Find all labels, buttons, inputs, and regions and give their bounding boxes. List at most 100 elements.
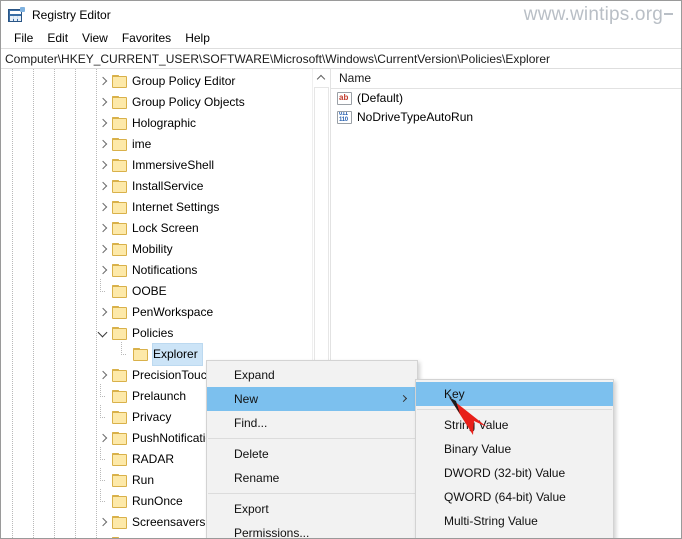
string-value-icon <box>337 92 352 105</box>
menu-edit[interactable]: Edit <box>40 30 75 47</box>
folder-icon <box>112 453 127 466</box>
tree-item-label: Mobility <box>132 242 173 256</box>
context-menu-item-label: Find... <box>234 416 268 430</box>
folder-icon <box>112 390 127 403</box>
submenu-item-binary-value[interactable]: Binary Value <box>416 437 613 461</box>
scroll-up-arrow-icon[interactable] <box>313 69 330 86</box>
tree-guide-line <box>100 447 101 460</box>
context-menu-item-delete[interactable]: Delete <box>207 442 417 466</box>
tree-item-lock-screen[interactable]: Lock Screen <box>1 218 313 239</box>
value-name: (Default) <box>357 91 404 105</box>
chevron-right-icon[interactable] <box>96 197 112 218</box>
chevron-right-icon[interactable] <box>96 533 112 538</box>
context-menu-item-label: Permissions... <box>234 526 310 538</box>
tree-item-policies[interactable]: Policies <box>1 323 313 344</box>
tree-item-group-policy-objects[interactable]: Group Policy Objects <box>1 92 313 113</box>
context-menu-item-export[interactable]: Export <box>207 497 417 521</box>
tree-item-immersiveshell[interactable]: ImmersiveShell <box>1 155 313 176</box>
context-menu-item-permissions[interactable]: Permissions... <box>207 521 417 538</box>
tree-item-label: Group Policy Editor <box>132 74 236 88</box>
context-menu-item-find[interactable]: Find... <box>207 411 417 435</box>
menu-favorites[interactable]: Favorites <box>115 30 178 47</box>
context-menu-separator <box>208 493 416 494</box>
menu-view[interactable]: View <box>75 30 115 47</box>
chevron-right-icon[interactable] <box>96 113 112 134</box>
tree-guide-line <box>100 384 101 397</box>
chevron-right-icon[interactable] <box>96 71 112 92</box>
folder-icon <box>112 537 127 538</box>
context-menu-item-label: Delete <box>234 447 269 461</box>
column-name[interactable]: Name <box>331 69 371 88</box>
chevron-right-icon[interactable] <box>96 218 112 239</box>
tree-item-oobe[interactable]: OOBE <box>1 281 313 302</box>
tree-guide-line <box>100 405 101 418</box>
registry-editor-window: Registry Editor www.wintips.org File Edi… <box>0 0 682 539</box>
chevron-right-icon[interactable] <box>96 155 112 176</box>
context-menu: Expand New Find... Delete Rename Export … <box>206 360 418 538</box>
tree-item-label: ImmersiveShell <box>132 158 215 172</box>
watermark-text: www.wintips.org <box>523 4 663 25</box>
chevron-right-icon[interactable] <box>96 365 112 386</box>
tree-item-label: InstallService <box>132 179 204 193</box>
address-bar[interactable]: Computer\HKEY_CURRENT_USER\SOFTWARE\Micr… <box>1 48 681 69</box>
menu-file[interactable]: File <box>7 30 40 47</box>
tree-item-ime[interactable]: ime <box>1 134 313 155</box>
submenu-item-string-value[interactable]: String Value <box>416 413 613 437</box>
new-submenu: Key String Value Binary Value DWORD (32-… <box>415 379 614 538</box>
chevron-down-icon[interactable] <box>96 323 112 344</box>
submenu-item-key[interactable]: Key <box>416 382 613 406</box>
tree-item-label: Policies <box>132 326 174 340</box>
tree-item-label: Group Policy Objects <box>132 95 245 109</box>
folder-icon <box>112 327 127 340</box>
tree-item-label: Notifications <box>132 263 198 277</box>
folder-icon <box>112 474 127 487</box>
chevron-right-icon <box>399 394 408 403</box>
chevron-right-icon[interactable] <box>96 176 112 197</box>
window-title: Registry Editor <box>32 7 111 22</box>
chevron-right-icon[interactable] <box>96 134 112 155</box>
context-menu-item-expand[interactable]: Expand <box>207 363 417 387</box>
tree-item-label: Explorer <box>152 343 203 366</box>
chevron-right-icon[interactable] <box>96 260 112 281</box>
tree-item-label: ime <box>132 137 152 151</box>
tree-item-group-policy-editor[interactable]: Group Policy Editor <box>1 71 313 92</box>
context-menu-item-new[interactable]: New <box>207 387 417 411</box>
chevron-right-icon[interactable] <box>96 428 112 449</box>
folder-icon <box>112 243 127 256</box>
chevron-right-icon[interactable] <box>96 302 112 323</box>
submenu-item-dword-value[interactable]: DWORD (32-bit) Value <box>416 461 613 485</box>
value-row[interactable]: NoDriveTypeAutoRun <box>331 108 681 127</box>
value-name: NoDriveTypeAutoRun <box>357 110 474 124</box>
folder-icon <box>133 348 148 361</box>
tree-item-mobility[interactable]: Mobility <box>1 239 313 260</box>
chevron-right-icon[interactable] <box>96 239 112 260</box>
menu-help[interactable]: Help <box>178 30 217 47</box>
submenu-item-label: String Value <box>444 418 509 432</box>
tree-item-label: RunOnce <box>132 494 183 508</box>
submenu-item-qword-value[interactable]: QWORD (64-bit) Value <box>416 485 613 509</box>
value-row[interactable]: (Default) <box>331 89 681 108</box>
folder-icon <box>112 432 127 445</box>
tree-item-penworkspace[interactable]: PenWorkspace <box>1 302 313 323</box>
submenu-item-multi-string-value[interactable]: Multi-String Value <box>416 509 613 533</box>
submenu-item-expandable-string-value[interactable]: Expandable String Value <box>416 533 613 538</box>
folder-icon <box>112 138 127 151</box>
tree-item-internet-settings[interactable]: Internet Settings <box>1 197 313 218</box>
tree-item-label: Screensavers <box>132 515 206 529</box>
tree-guide-line <box>121 342 122 355</box>
submenu-item-label: QWORD (64-bit) Value <box>444 490 566 504</box>
tree-item-label: PenWorkspace <box>132 305 214 319</box>
chevron-right-icon[interactable] <box>96 512 112 533</box>
folder-icon <box>112 222 127 235</box>
tree-item-label: Internet Settings <box>132 200 220 214</box>
tree-item-label: Holographic <box>132 116 197 130</box>
folder-icon <box>112 201 127 214</box>
tree-item-holographic[interactable]: Holographic <box>1 113 313 134</box>
folder-icon <box>112 306 127 319</box>
context-menu-item-label: New <box>234 392 259 406</box>
context-menu-item-rename[interactable]: Rename <box>207 466 417 490</box>
tree-item-notifications[interactable]: Notifications <box>1 260 313 281</box>
tree-item-installservice[interactable]: InstallService <box>1 176 313 197</box>
registry-editor-icon <box>8 6 25 23</box>
chevron-right-icon[interactable] <box>96 92 112 113</box>
